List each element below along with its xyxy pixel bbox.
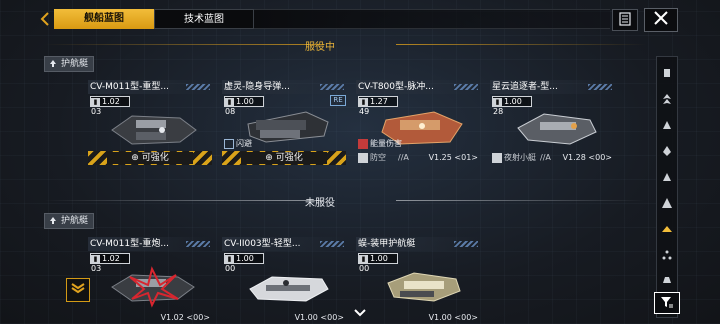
stat-row: V1.00 <00> [356, 312, 480, 324]
ship-image [111, 115, 197, 145]
ship-image [387, 272, 461, 302]
ship-image [517, 113, 597, 145]
stat-row: 夜射小艇 //A V1.28 <00> [490, 152, 614, 164]
level-suffix: 00 [359, 264, 370, 273]
version-label: V1.00 <00> [428, 313, 478, 322]
document-button[interactable] [612, 9, 638, 31]
class-label: //A [540, 153, 551, 162]
energy-damage-icon [358, 139, 368, 149]
section-title-inactive: 未服役 [305, 198, 335, 209]
category-battlecruiser-icon[interactable] [662, 193, 672, 208]
ship-card[interactable]: 蜈-装甲护航艇 ▮ 1.00 00 V1.00 <00> [356, 237, 480, 322]
version-label: V1.28 <00> [562, 153, 612, 162]
evasion-icon [224, 139, 234, 149]
level-icon: ▮ [225, 255, 234, 264]
level-icon: ▮ [493, 98, 502, 107]
tab-ship-blueprint[interactable]: 舰船蓝图 [54, 9, 154, 29]
version-label: V1.00 <00> [294, 313, 344, 322]
scroll-down-icon[interactable] [352, 304, 368, 317]
section-divider [396, 200, 646, 201]
upload-icon [48, 216, 58, 226]
level-suffix: 28 [493, 107, 504, 116]
subcategory-label: 护航艇 [61, 216, 89, 226]
category-auxiliary-icon[interactable] [662, 269, 672, 283]
upgradeable-strip[interactable]: ⊕ 可强化 [88, 151, 212, 165]
filter-icon [660, 294, 674, 313]
rank-badge[interactable] [66, 278, 90, 302]
level-icon: ▮ [225, 98, 234, 107]
ship-card[interactable]: CV-T800型-脉冲... ▮ 1.27 49 能量伤害 防空 //A V1.2… [356, 80, 480, 163]
level-suffix: 00 [225, 264, 236, 273]
ship-card[interactable]: CV-M011型-重型... ▮ 1.02 03 ⊕ 可强化 [88, 80, 212, 165]
role-label: 防空 [370, 153, 386, 162]
back-chevron-icon[interactable] [40, 11, 50, 27]
ship-image [249, 276, 329, 302]
role-icon [492, 153, 502, 163]
tab-bar-tail [254, 9, 610, 29]
level-suffix: 49 [359, 107, 370, 116]
stat-row: 防空 //A V1.25 <01> [356, 152, 480, 164]
ship-card[interactable]: 星云追逐者-型... ▮ 1.00 28 夜射小艇 //A V1.28 <00> [490, 80, 614, 163]
close-icon [653, 10, 669, 30]
upload-icon [48, 59, 58, 69]
role-icon [358, 153, 368, 163]
category-destroyer-icon[interactable] [662, 141, 672, 156]
ship-card[interactable]: CV-II003型-轻型... ▮ 1.00 00 V1.00 <00> [222, 237, 346, 322]
close-button[interactable] [644, 8, 678, 32]
subcategory-tag-escort[interactable]: 护航艇 [44, 213, 94, 229]
category-cruiser-icon[interactable] [662, 167, 672, 181]
category-rail [656, 56, 678, 318]
upgrade-label: 可强化 [275, 153, 303, 163]
section-title-active: 服役中 [305, 42, 335, 53]
ship-name: CV-II003型-轻型... [222, 237, 346, 251]
level-suffix: 03 [91, 264, 102, 273]
role-label: 夜射小艇 [504, 153, 536, 162]
upgrade-label: 可强化 [141, 153, 169, 163]
version-label: V1.02 <00> [160, 313, 210, 322]
level-suffix: 03 [91, 107, 102, 116]
ship-name: CV-T800型-脉冲... [356, 80, 480, 94]
ship-name: 星云追逐者-型... [490, 80, 614, 94]
damage-type-label: 能量伤害 [370, 139, 402, 148]
subcategory-tag-escort[interactable]: 护航艇 [44, 56, 94, 72]
evasion-tag: 闪避 [222, 138, 252, 150]
class-label: //A [398, 153, 409, 162]
ship-name: CV-M011型-重炮... [88, 237, 212, 251]
upgrade-icon: ⊕ [265, 153, 273, 163]
ship-name: 蜈-装甲护航艇 [356, 237, 480, 251]
subcategory-label: 护航艇 [61, 59, 89, 69]
upgradeable-strip[interactable]: ⊕ 可强化 [222, 151, 346, 165]
upgrade-icon: ⊕ [131, 153, 139, 163]
category-escort-icon[interactable] [662, 219, 672, 232]
category-carrier-icon[interactable] [662, 245, 672, 260]
stat-row: V1.02 <00> [88, 312, 212, 324]
damage-type-tag: 能量伤害 [356, 138, 402, 150]
ship-name: 虚灵-隐身导弹... [222, 80, 346, 94]
category-fighter-icon[interactable] [662, 63, 672, 77]
tab-tech-blueprint[interactable]: 技术蓝图 [154, 9, 254, 29]
version-label: V1.25 <01> [428, 153, 478, 162]
section-divider [396, 44, 646, 45]
category-frigate-icon[interactable] [662, 115, 672, 129]
ship-image [111, 266, 195, 308]
filter-button[interactable] [654, 292, 680, 314]
level-suffix: 08 [225, 107, 236, 116]
level-icon: ▮ [91, 255, 100, 264]
level-icon: ▮ [359, 255, 368, 264]
level-icon: ▮ [91, 98, 100, 107]
document-icon [619, 11, 631, 30]
ship-card[interactable]: 虚灵-隐身导弹... ▮ 1.00 08 RE 闪避 ⊕ 可强化 [222, 80, 346, 165]
ship-card[interactable]: CV-M011型-重炮... ▮ 1.02 03 V1.02 <00> [88, 237, 212, 322]
ship-name: CV-M011型-重型... [88, 80, 212, 94]
level-icon: ▮ [359, 98, 368, 107]
stat-row: V1.00 <00> [222, 312, 346, 324]
evasion-label: 闪避 [236, 139, 252, 148]
category-corvette-icon[interactable] [662, 89, 672, 104]
rank-icon [70, 280, 86, 300]
top-bar: 舰船蓝图 技术蓝图 [0, 0, 720, 36]
